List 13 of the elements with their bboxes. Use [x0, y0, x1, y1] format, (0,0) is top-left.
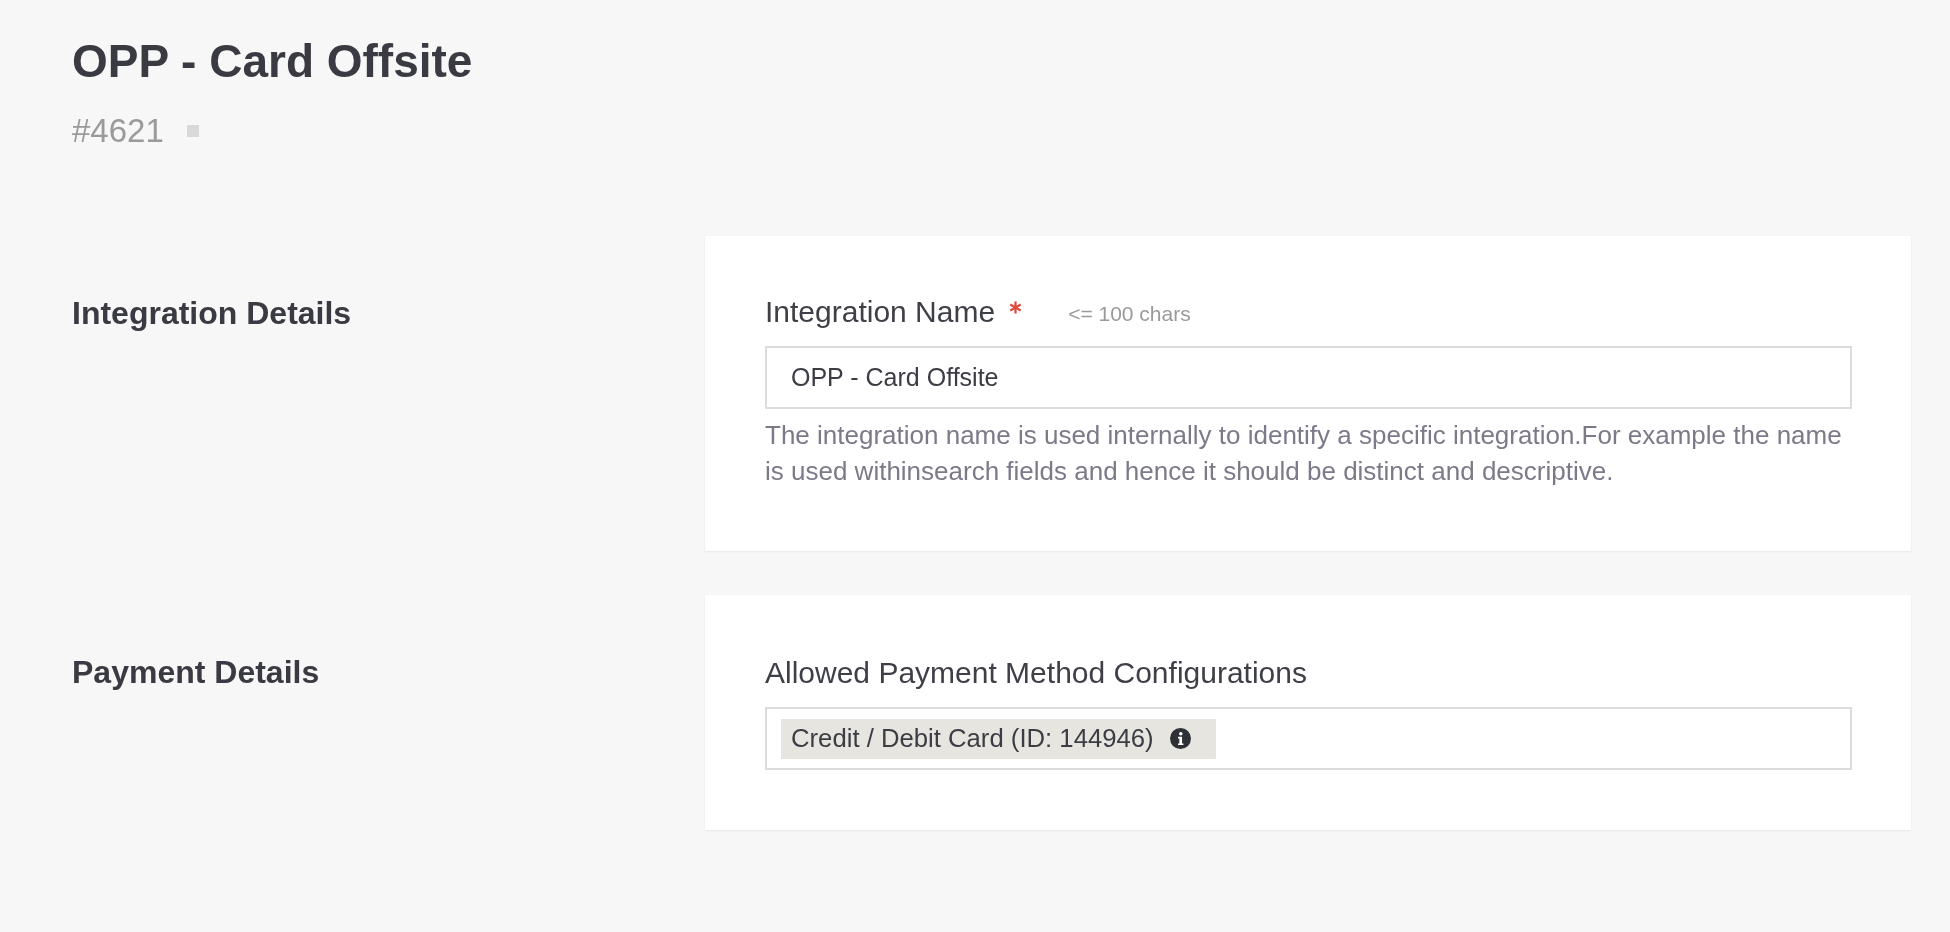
field-description: The integration name is used internally to identify a specific integration.For example the name is used withinsearch fields and hence it should be distinct and descriptive.	[765, 419, 1843, 488]
section-heading: Integration Details	[72, 294, 352, 332]
info-icon[interactable]	[1169, 728, 1191, 749]
section-heading: Payment Details	[72, 653, 320, 691]
record-number: #4621	[72, 111, 164, 151]
page-title: OPP - Card Offsite	[72, 34, 473, 89]
tag-input-field[interactable]: Credit / Debit Card (ID: 144946)	[765, 707, 1852, 770]
length-hint: <= 100 chars	[1068, 301, 1191, 327]
field-label: Integration Name	[765, 294, 996, 330]
field-label: Allowed Payment Method Configurations	[765, 655, 1307, 691]
integration-name-input[interactable]: OPP - Card Offsite	[765, 346, 1852, 409]
status-square-icon	[186, 125, 199, 137]
payment-method-tag[interactable]: Credit / Debit Card (ID: 144946)	[781, 718, 1216, 759]
